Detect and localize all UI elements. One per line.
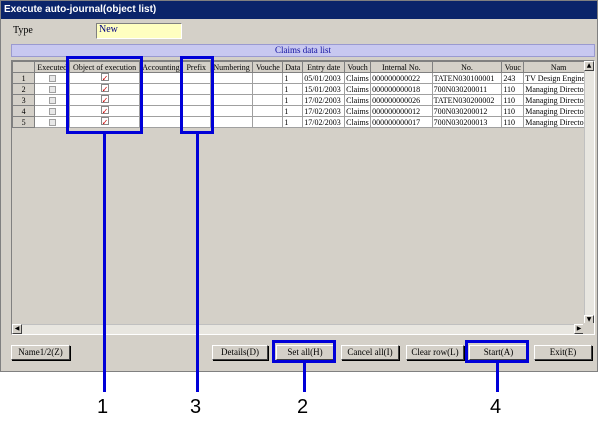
entry-date-cell[interactable]: 15/01/2003	[302, 83, 346, 95]
col-internal-no[interactable]: Internal No.	[370, 61, 433, 73]
callout-number-2: 2	[297, 396, 309, 418]
col-executed[interactable]: Executed	[34, 61, 71, 73]
data-cell[interactable]: 1	[282, 72, 304, 84]
vouch-cell[interactable]: Claims	[344, 105, 372, 117]
internal-no-cell[interactable]: 000000000012	[370, 105, 433, 117]
highlight-start	[465, 340, 529, 363]
col-no[interactable]: No.	[431, 61, 503, 73]
internal-no-cell[interactable]: 000000000018	[370, 83, 433, 95]
executed-cell[interactable]	[34, 94, 71, 106]
callout-number-3: 3	[190, 396, 202, 418]
highlight-set-all	[272, 340, 336, 363]
vouc-cell[interactable]: 110	[501, 105, 525, 117]
corner-header	[12, 61, 36, 73]
no-cell[interactable]: TATEN030100001	[431, 72, 503, 84]
entry-date-cell[interactable]: 17/02/2003	[302, 94, 346, 106]
callout-line-4	[496, 363, 499, 392]
scroll-corner	[583, 323, 594, 334]
callout-line-1	[103, 134, 106, 392]
cancel-all-button[interactable]: Cancel all(I)	[341, 345, 399, 360]
internal-no-cell[interactable]: 000000000022	[370, 72, 433, 84]
vouche-cell[interactable]	[252, 105, 284, 117]
callout-number-1: 1	[97, 396, 109, 418]
executed-checkbox[interactable]	[48, 75, 56, 83]
data-cell[interactable]: 1	[282, 116, 304, 128]
row-number[interactable]: 4	[12, 105, 36, 117]
executed-checkbox[interactable]	[48, 97, 56, 105]
row-number[interactable]: 3	[12, 94, 36, 106]
internal-no-cell[interactable]: 000000000026	[370, 94, 433, 106]
col-numbering[interactable]: Numbering	[209, 61, 254, 73]
vertical-scrollbar[interactable]: ▲ ▼	[584, 61, 594, 325]
entry-date-cell[interactable]: 05/01/2003	[302, 72, 346, 84]
accounting-cell[interactable]	[139, 94, 183, 106]
col-vouc[interactable]: Vouc	[501, 61, 525, 73]
vouch-cell[interactable]: Claims	[344, 72, 372, 84]
executed-checkbox[interactable]	[48, 86, 56, 94]
accounting-cell[interactable]	[139, 83, 183, 95]
accounting-cell[interactable]	[139, 72, 183, 84]
horizontal-scrollbar[interactable]: ◀ ▶	[12, 324, 584, 334]
row-number[interactable]: 1	[12, 72, 36, 84]
vouc-cell[interactable]: 110	[501, 83, 525, 95]
no-cell[interactable]: 700N030200013	[431, 116, 503, 128]
data-cell[interactable]: 1	[282, 94, 304, 106]
vouc-cell[interactable]: 243	[501, 72, 525, 84]
accounting-cell[interactable]	[139, 116, 183, 128]
internal-no-cell[interactable]: 000000000017	[370, 116, 433, 128]
vouc-cell[interactable]: 110	[501, 116, 525, 128]
no-cell[interactable]: 700N030200012	[431, 105, 503, 117]
executed-checkbox[interactable]	[48, 119, 56, 127]
accounting-cell[interactable]	[139, 105, 183, 117]
vouche-cell[interactable]	[252, 83, 284, 95]
details-button[interactable]: Details(D)	[212, 345, 268, 360]
numbering-cell[interactable]	[209, 116, 254, 128]
window-title: Execute auto-journal(object list)	[1, 1, 597, 19]
scroll-left-icon[interactable]: ◀	[12, 324, 22, 334]
name12-button[interactable]: Name1/2(Z)	[11, 345, 70, 360]
type-field[interactable]: New	[96, 23, 182, 39]
vouch-cell[interactable]: Claims	[344, 83, 372, 95]
exit-button[interactable]: Exit(E)	[534, 345, 592, 360]
numbering-cell[interactable]	[209, 94, 254, 106]
row-number[interactable]: 2	[12, 83, 36, 95]
vouche-cell[interactable]	[252, 94, 284, 106]
col-accounting[interactable]: Accounting	[139, 61, 183, 73]
executed-cell[interactable]	[34, 105, 71, 117]
vouch-cell[interactable]: Claims	[344, 116, 372, 128]
executed-cell[interactable]	[34, 83, 71, 95]
highlight-object-of-execution	[66, 56, 143, 134]
highlight-prefix	[180, 56, 214, 134]
col-vouche[interactable]: Vouche	[252, 61, 284, 73]
row-number[interactable]: 5	[12, 116, 36, 128]
col-data[interactable]: Data	[282, 61, 304, 73]
data-cell[interactable]: 1	[282, 83, 304, 95]
type-label: Type	[13, 25, 33, 36]
callout-number-4: 4	[490, 396, 502, 418]
col-vouch[interactable]: Vouch	[344, 61, 372, 73]
callout-line-3	[196, 134, 199, 392]
numbering-cell[interactable]	[209, 72, 254, 84]
no-cell[interactable]: 700N030200011	[431, 83, 503, 95]
vouch-cell[interactable]: Claims	[344, 94, 372, 106]
clear-row-button[interactable]: Clear row(L)	[406, 345, 464, 360]
entry-date-cell[interactable]: 17/02/2003	[302, 105, 346, 117]
numbering-cell[interactable]	[209, 105, 254, 117]
no-cell[interactable]: TATEN030200002	[431, 94, 503, 106]
executed-cell[interactable]	[34, 116, 71, 128]
vouche-cell[interactable]	[252, 116, 284, 128]
numbering-cell[interactable]	[209, 83, 254, 95]
col-entry-date[interactable]: Entry date	[302, 61, 346, 73]
entry-date-cell[interactable]: 17/02/2003	[302, 116, 346, 128]
vouc-cell[interactable]: 110	[501, 94, 525, 106]
executed-checkbox[interactable]	[48, 108, 56, 116]
scroll-up-icon[interactable]: ▲	[584, 61, 594, 71]
data-cell[interactable]: 1	[282, 105, 304, 117]
callout-line-2	[303, 363, 306, 392]
executed-cell[interactable]	[34, 72, 71, 84]
vouche-cell[interactable]	[252, 72, 284, 84]
